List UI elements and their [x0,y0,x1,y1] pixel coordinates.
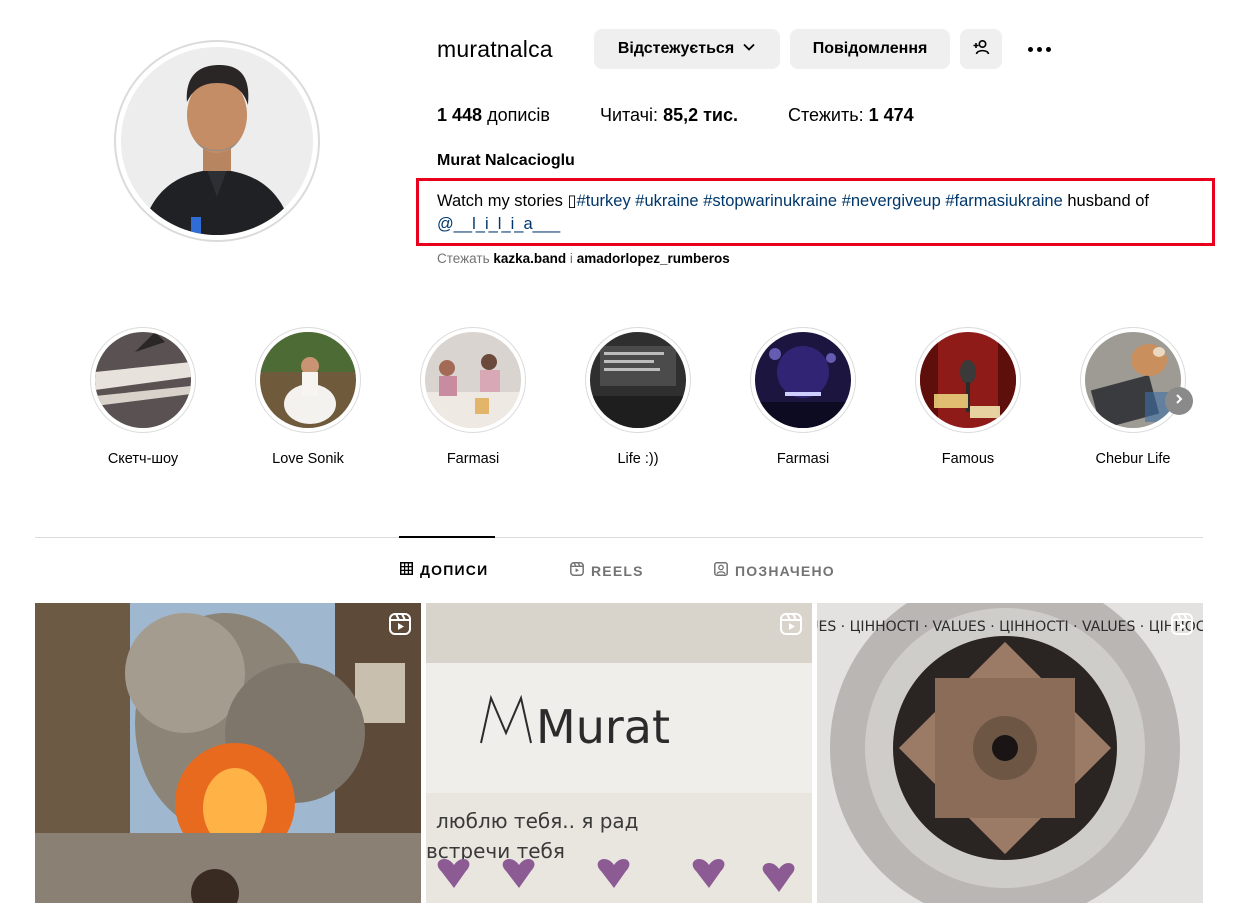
followers-stat[interactable]: Читачі: 85,2 тис. [600,105,738,126]
highlight-label: Famous [941,451,995,467]
post-thumbnail[interactable]: Murat люблю тебя.. я рад встречи тебя [426,603,812,903]
more-dot-icon [1036,46,1042,52]
message-button-label: Повідомлення [812,40,928,57]
reel-icon [1171,613,1193,640]
add-user-icon [972,38,990,61]
story-highlight[interactable]: Farmasi [418,327,528,467]
story-highlight[interactable]: Скетч-шоу [88,327,198,467]
hashtag-link[interactable]: #stopwarinukraine [703,192,837,210]
chevron-right-icon [1173,392,1185,410]
highlight-cover [920,332,1016,428]
hashtag-link[interactable]: #ukraine [635,192,698,210]
more-dot-icon [1045,46,1051,52]
story-highlight[interactable]: Famous [913,327,1023,467]
story-highlight[interactable]: Life :)) [583,327,693,467]
followed-by-user: amadorlopez_rumberos [576,251,730,266]
highlight-label: Farmasi [446,451,500,467]
handwriting-name: Murat [536,700,670,754]
highlights-next-button[interactable] [1165,387,1193,415]
tabs-divider [35,537,1203,538]
profile-stats: 1 448 дописів Читачі: 85,2 тис. Стежить:… [437,105,964,126]
explosion-image [35,603,421,903]
highlight-label: Скетч-шоу [107,451,179,467]
disc-ring-text: VALUES · ЦІННОСТІ · VALUES · ЦІННОСТІ · … [817,619,1203,635]
highlight-label: Chebur Life [1095,451,1171,467]
handwriting-line: люблю тебя.. я рад [436,809,639,833]
following-button[interactable]: Відстежується [594,29,780,69]
bio-text-start: Watch my stories [437,192,568,210]
grid-icon [400,562,413,578]
tab-tagged[interactable]: ПОЗНАЧЕНО [714,562,835,579]
highlight-cover-ring[interactable] [420,327,526,433]
highlight-cover-ring[interactable] [1080,327,1186,433]
followers-count: 85,2 тис. [663,105,738,125]
followed-by-user: kazka.band [493,251,567,266]
following-button-label: Відстежується [617,40,735,57]
posts-label: дописів [487,105,550,125]
highlight-cover [755,332,851,428]
hashtag-link[interactable]: #turkey [577,192,631,210]
followers-label: Читачі: [599,105,659,125]
message-button[interactable]: Повідомлення [790,29,950,69]
chevron-down-icon [742,40,756,59]
followed-by-prefix: Стежать [437,251,490,266]
highlight-cover-ring[interactable] [750,327,856,433]
tab-posts-label: ДОПИСИ [420,562,489,578]
highlight-cover-ring[interactable] [585,327,691,433]
following-count: 1 474 [868,105,914,125]
post-thumbnail[interactable] [35,603,421,903]
posts-stat: 1 448 дописів [437,105,550,126]
following-label: Стежить: [788,105,864,125]
tab-reels[interactable]: REELS [570,562,644,579]
followed-by[interactable]: Стежать kazka.band і amadorlopez_rumbero… [437,251,730,266]
highlight-cover [260,332,356,428]
more-dot-icon [1027,46,1033,52]
bio-placeholder-glyph: ▯ [567,192,577,210]
reel-icon [780,613,802,640]
reel-icon [389,613,411,640]
following-stat[interactable]: Стежить: 1 474 [788,105,914,126]
tab-reels-label: REELS [591,562,644,579]
highlight-cover [425,332,521,428]
hashtag-link[interactable]: #nevergiveup [842,192,941,210]
highlight-cover-ring[interactable] [90,327,196,433]
mention-link[interactable]: @__l_i_l_i_a___ [437,215,560,233]
highlight-cover [590,332,686,428]
posts-count: 1 448 [437,105,483,125]
highlight-cover [95,332,191,428]
bio-text-mid: husband of [1062,192,1150,210]
story-highlight[interactable]: Farmasi [748,327,858,467]
handwritten-note-image: Murat люблю тебя.. я рад встречи тебя [426,603,812,903]
highlight-label: Life :)) [617,451,659,467]
tagged-icon [714,562,728,579]
profile-bio: Watch my stories ▯#turkey #ukraine #stop… [437,190,1207,236]
profile-full-name: Murat Nalcacioglu [437,152,575,169]
reels-icon [570,562,584,579]
active-tab-indicator [399,536,495,538]
avatar-photo [121,47,313,235]
highlight-label: Love Sonik [272,451,344,467]
highlight-cover-ring[interactable] [255,327,361,433]
add-user-button[interactable] [960,29,1002,69]
post-thumbnail[interactable]: VALUES · ЦІННОСТІ · VALUES · ЦІННОСТІ · … [817,603,1203,903]
more-options-button[interactable] [1020,33,1058,65]
values-disc-image: VALUES · ЦІННОСТІ · VALUES · ЦІННОСТІ · … [817,603,1203,903]
tab-posts[interactable]: ДОПИСИ [400,562,488,578]
avatar[interactable] [121,47,313,235]
story-highlight[interactable]: Love Sonik [253,327,363,467]
profile-username: muratnalca [437,36,553,62]
tab-tagged-label: ПОЗНАЧЕНО [735,562,835,579]
hashtag-link[interactable]: #farmasiukraine [945,192,1062,210]
highlight-label: Farmasi [776,451,830,467]
highlight-cover [1085,332,1181,428]
highlight-cover-ring[interactable] [915,327,1021,433]
followed-by-separator: і [569,251,573,266]
